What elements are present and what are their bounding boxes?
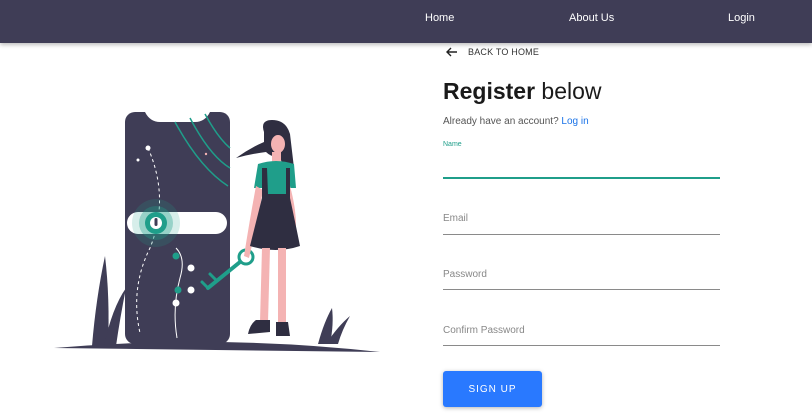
email-underline	[443, 234, 720, 235]
already-text: Already have an account?	[443, 116, 562, 127]
grass-left-icon	[92, 256, 109, 346]
email-field: Email	[443, 205, 724, 237]
plant-dot	[172, 252, 180, 260]
back-to-home-label: BACK TO HOME	[468, 47, 540, 57]
unlock-phone-illustration	[54, 112, 380, 352]
plant-dot	[187, 286, 195, 294]
nav-home-link[interactable]: Home	[425, 12, 454, 24]
nav-login-link[interactable]: Login	[728, 12, 755, 24]
already-have-account: Already have an account? Log in	[443, 116, 589, 127]
arrow-left-icon	[446, 47, 457, 57]
navbar: Home About Us Login	[0, 0, 812, 43]
email-input[interactable]	[443, 213, 724, 235]
plant-dot	[187, 264, 195, 272]
name-underline	[443, 177, 720, 179]
name-label: Name	[443, 141, 462, 148]
name-field: Name	[443, 140, 724, 180]
back-to-home-link[interactable]: BACK TO HOME	[446, 45, 539, 59]
phone-dot	[145, 145, 151, 151]
name-input[interactable]	[443, 154, 724, 176]
phone-dot	[204, 152, 208, 156]
phone-notch	[145, 112, 210, 122]
title-bold: Register	[443, 78, 536, 104]
password-underline	[443, 289, 720, 290]
woman-figure	[236, 120, 300, 336]
sign-up-button[interactable]: SIGN UP	[443, 371, 542, 407]
nav-about-link[interactable]: About Us	[569, 12, 614, 24]
plant-dot	[172, 299, 180, 307]
title-rest: below	[535, 78, 602, 104]
login-link[interactable]: Log in	[561, 116, 588, 127]
confirm-password-input[interactable]	[443, 325, 724, 347]
confirm-password-field: Confirm Password	[443, 317, 724, 349]
plant-dot	[174, 286, 182, 294]
phone-dot	[136, 158, 140, 162]
password-field: Password	[443, 261, 724, 293]
password-input[interactable]	[443, 269, 724, 291]
page-title: Register below	[443, 78, 602, 105]
keyhole-icon	[154, 218, 158, 226]
confirm-password-underline	[443, 345, 720, 346]
